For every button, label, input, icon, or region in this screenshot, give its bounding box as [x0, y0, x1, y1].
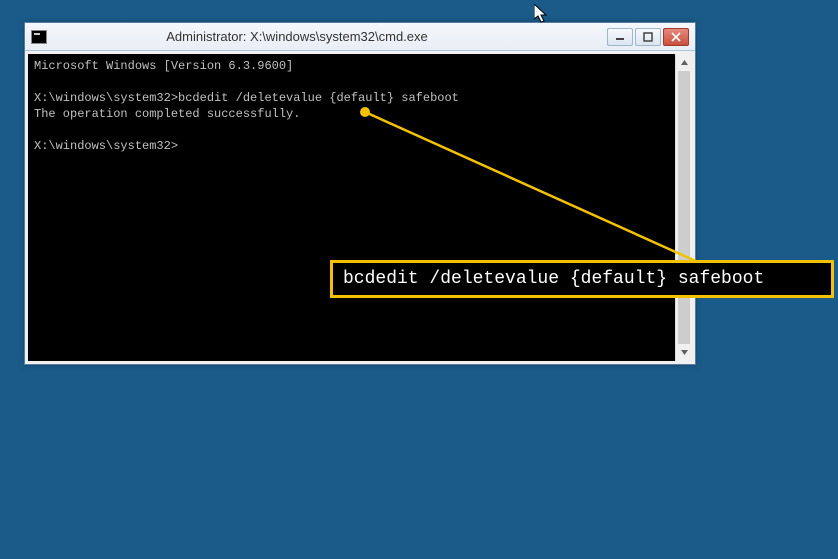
output-line: X:\windows\system32>: [34, 139, 178, 153]
callout-text: bcdedit /deletevalue {default} safeboot: [343, 269, 764, 289]
mouse-cursor-icon: [534, 4, 550, 24]
scroll-thumb[interactable]: [678, 71, 690, 344]
maximize-button[interactable]: [635, 28, 661, 46]
output-line: The operation completed successfully.: [34, 107, 300, 121]
scroll-up-button[interactable]: [676, 54, 692, 71]
output-line: Microsoft Windows [Version 6.3.9600]: [34, 59, 293, 73]
vertical-scrollbar[interactable]: [675, 54, 692, 361]
scroll-track[interactable]: [676, 71, 692, 344]
terminal-area: Microsoft Windows [Version 6.3.9600] X:\…: [25, 51, 695, 364]
cmd-window: Administrator: X:\windows\system32\cmd.e…: [24, 22, 696, 365]
titlebar[interactable]: Administrator: X:\windows\system32\cmd.e…: [25, 23, 695, 51]
output-line: X:\windows\system32>bcdedit /deletevalue…: [34, 91, 459, 105]
scroll-down-button[interactable]: [676, 344, 692, 361]
terminal-output[interactable]: Microsoft Windows [Version 6.3.9600] X:\…: [28, 54, 675, 361]
callout-box: bcdedit /deletevalue {default} safeboot: [330, 260, 834, 298]
cmd-icon: [31, 30, 47, 44]
window-controls: [607, 28, 689, 46]
close-button[interactable]: [663, 28, 689, 46]
minimize-button[interactable]: [607, 28, 633, 46]
window-title: Administrator: X:\windows\system32\cmd.e…: [53, 29, 601, 44]
